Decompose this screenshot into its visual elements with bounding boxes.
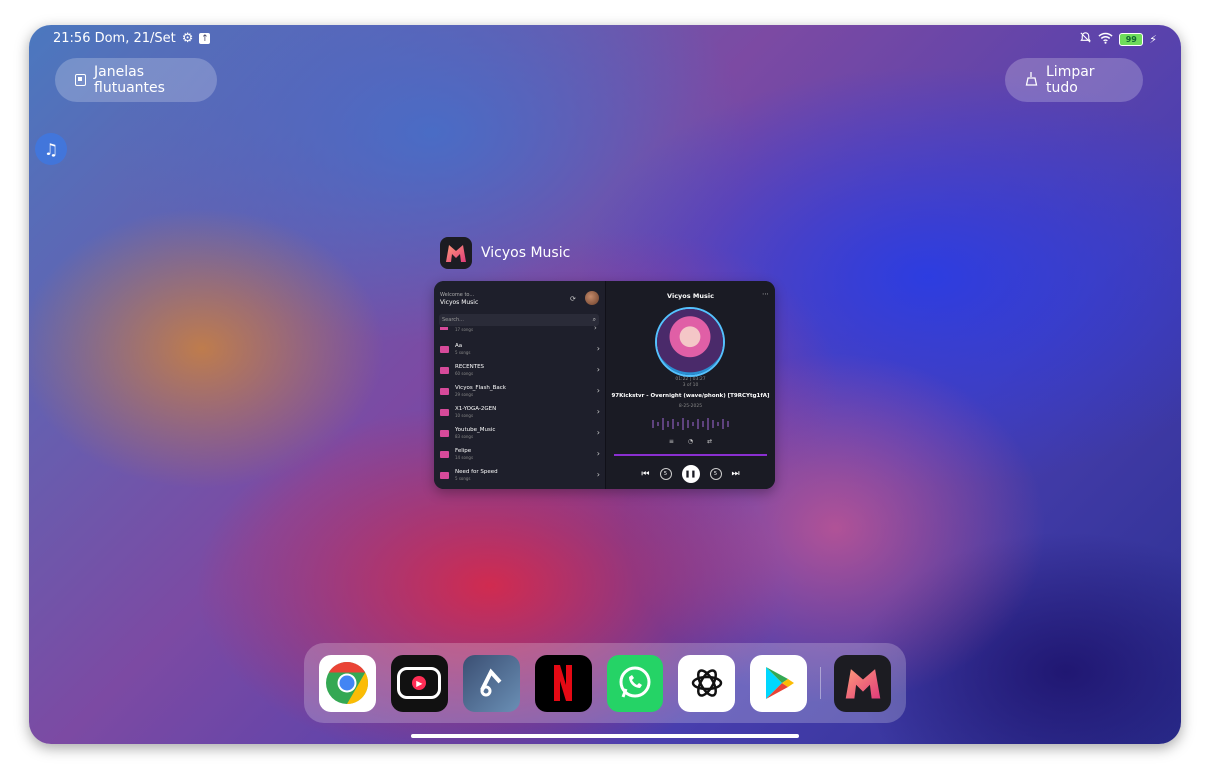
speed-icon[interactable]: ◔ (688, 438, 693, 445)
tiktok-music-app-icon[interactable] (462, 654, 520, 712)
folder-count: 14 songs (455, 455, 474, 460)
rewind-5-button[interactable]: 5 (659, 468, 672, 480)
waveform-visualizer (652, 418, 729, 430)
track-title: 97Kickstvr - Overnight (wave/phonk) [T9R… (611, 393, 770, 399)
pause-button[interactable]: ❚❚ (681, 465, 700, 483)
clear-all-button[interactable]: Limpar tudo (1005, 58, 1143, 102)
folder-name: Youtube_Music (455, 427, 496, 433)
library-search-input[interactable]: Search... ⌕ (439, 314, 599, 326)
folder-icon (440, 430, 449, 437)
library-title: Vicyos Music (440, 299, 479, 306)
netflix-app-icon[interactable] (534, 654, 592, 712)
music-note-icon: ♫ (43, 139, 59, 159)
wifi-icon (1098, 32, 1113, 48)
charging-bolt-icon: ⚡ (1149, 33, 1157, 46)
folder-count: 29 songs (455, 392, 474, 397)
library-panel: Welcome to... Vicyos Music ⟳ Search... ⌕… (434, 281, 605, 489)
folder-name: RECENTES (455, 364, 485, 370)
vicyos-music-app-icon[interactable] (834, 654, 891, 712)
folder-name: Felipe (455, 448, 472, 454)
folder-item[interactable]: Vicyos_Flash_Back 29 songs › (440, 385, 600, 403)
folder-count: 60 songs (455, 371, 474, 376)
partial-folder-chevron-icon: › (594, 324, 597, 332)
repeat-icon[interactable]: ⇄ (707, 438, 712, 445)
sync-icon[interactable]: ⟳ (570, 295, 576, 303)
app-preview-card[interactable]: Welcome to... Vicyos Music ⟳ Search... ⌕… (434, 281, 775, 489)
player-options: ≡ ◔ ⇄ (606, 438, 775, 445)
folder-item[interactable]: Felipe 14 songs › (440, 448, 600, 466)
player-title: Vicyos Music (667, 292, 714, 300)
vicyos-music-logo-icon (440, 237, 472, 269)
partial-folder-count: 17 songs (455, 327, 474, 332)
folder-name: Vicyos_Flash_Back (455, 385, 506, 391)
folder-name: Need for Speed (455, 469, 498, 475)
folder-icon (440, 346, 449, 353)
track-time: 01:22 | 03:27 (675, 377, 706, 382)
google-play-store-app-icon[interactable] (750, 654, 808, 712)
track-date: 8-25-2025 (678, 404, 703, 409)
more-options-icon[interactable]: ⋯ (762, 290, 769, 298)
chevron-right-icon: › (596, 428, 600, 437)
folder-icon (440, 388, 449, 395)
chevron-right-icon: › (596, 449, 600, 458)
recent-app-name: Vicyos Music (481, 245, 571, 261)
folder-item[interactable]: RECENTES 60 songs › (440, 364, 600, 382)
dock: ▶ (304, 643, 906, 723)
chevron-right-icon: › (596, 470, 600, 479)
partial-folder-icon (440, 327, 448, 330)
folder-item[interactable]: Youtube_Music 83 songs › (440, 427, 600, 445)
recent-app-header[interactable]: Vicyos Music (440, 237, 570, 269)
playlist-icon[interactable]: ≡ (669, 438, 674, 445)
playback-controls: ⏮ 5 ❚❚ 5 ⏭ (606, 465, 775, 483)
battery-icon: 99 (1119, 33, 1144, 46)
folder-item[interactable]: Need for Speed 5 songs › (440, 469, 600, 487)
dock-separator (820, 667, 822, 699)
folder-count: 83 songs (455, 434, 474, 439)
search-icon: ⌕ (592, 316, 596, 323)
broom-icon (1025, 71, 1038, 90)
next-icon[interactable]: ⏭ (732, 469, 740, 479)
folder-icon (440, 367, 449, 374)
folder-item[interactable]: X1-YOGA-2GEN 10 songs › (440, 406, 600, 424)
progress-bar[interactable] (614, 454, 767, 456)
tablet-screen: 21:56 Dom, 21/Set ⚙ ↑ 99 ⚡ Janelas flutu… (29, 25, 1181, 744)
floating-music-bubble[interactable]: ♫ (35, 133, 67, 165)
chevron-right-icon: › (596, 407, 600, 416)
floating-window-icon (75, 74, 87, 86)
folder-count: 5 songs (455, 350, 471, 355)
folder-icon (440, 409, 449, 416)
floating-windows-button[interactable]: Janelas flutuantes (55, 58, 217, 102)
whatsapp-app-icon[interactable] (606, 654, 664, 712)
search-placeholder: Search... (442, 317, 464, 323)
folder-icon (440, 472, 449, 479)
folder-count: 10 songs (455, 413, 474, 418)
mute-notifications-icon (1079, 31, 1092, 48)
folder-icon (440, 451, 449, 458)
youtube-music-app-icon[interactable]: ▶ (390, 654, 448, 712)
chevron-right-icon: › (596, 344, 600, 353)
chevron-right-icon: › (596, 365, 600, 374)
chevron-right-icon: › (596, 386, 600, 395)
folder-name: Aa (455, 343, 463, 349)
welcome-text: Welcome to... (440, 292, 475, 298)
album-art (657, 309, 723, 375)
upload-notification-icon: ↑ (199, 33, 211, 44)
previous-icon[interactable]: ⏮ (641, 469, 649, 479)
forward-5-button[interactable]: 5 (709, 468, 722, 480)
folder-item[interactable]: Aa 5 songs › (440, 343, 600, 361)
track-index: 3 of 10 (682, 383, 699, 388)
settings-gear-icon: ⚙ (181, 31, 194, 46)
chatgpt-app-icon[interactable] (678, 654, 736, 712)
avatar[interactable] (585, 291, 599, 305)
status-bar: 21:56 Dom, 21/Set ⚙ ↑ 99 ⚡ (53, 31, 1157, 47)
home-gesture-bar[interactable] (411, 734, 799, 738)
folder-count: 5 songs (455, 476, 471, 481)
chrome-app-icon[interactable] (319, 654, 376, 712)
clear-all-label: Limpar tudo (1046, 64, 1095, 96)
clock-date: 21:56 Dom, 21/Set (53, 31, 176, 46)
folder-name: X1-YOGA-2GEN (455, 406, 497, 412)
player-panel: Vicyos Music ⋯ 01:22 | 03:27 3 of 10 97K… (605, 281, 775, 489)
floating-windows-label: Janelas flutuantes (94, 64, 165, 96)
